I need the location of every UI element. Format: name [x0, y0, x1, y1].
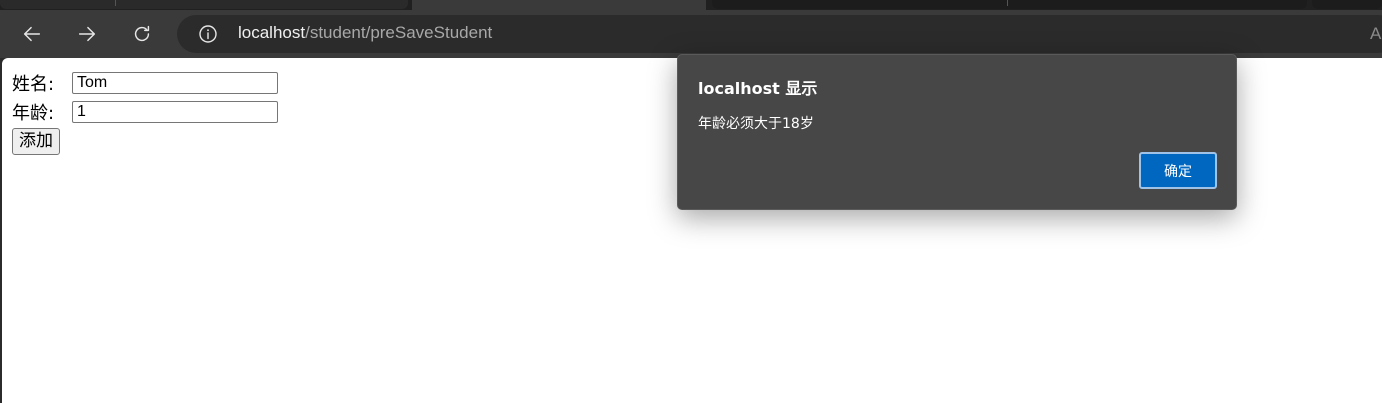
info-icon[interactable] [198, 24, 218, 44]
tab-separator [115, 0, 116, 6]
name-input[interactable] [72, 72, 278, 94]
dialog-title: localhost 显示 [698, 79, 818, 98]
name-label: 姓名: [12, 74, 55, 95]
address-bar[interactable]: localhost/student/preSaveStudent A [177, 15, 1382, 53]
tab-inactive-2[interactable] [712, 0, 1307, 9]
ok-button[interactable]: 确定 [1139, 152, 1217, 189]
age-label: 年龄: [12, 103, 55, 124]
tab-inactive-1[interactable] [0, 0, 408, 9]
alert-dialog: localhost 显示 年龄必须大于18岁 确定 [677, 54, 1237, 210]
age-row: 年龄: [12, 99, 278, 125]
tab-separator [1007, 0, 1008, 6]
tab-active[interactable] [412, 0, 706, 10]
arrow-left-icon [23, 26, 41, 42]
tab-strip [0, 0, 1382, 10]
reload-button[interactable] [126, 18, 158, 50]
url-path: /student/preSaveStudent [305, 23, 493, 42]
name-row: 姓名: [12, 70, 278, 96]
url-text[interactable]: localhost/student/preSaveStudent [238, 23, 492, 43]
tab-inactive-3[interactable] [1312, 0, 1382, 9]
browser-toolbar: localhost/student/preSaveStudent A [0, 10, 1382, 58]
url-host: localhost [238, 23, 306, 42]
browser-window: localhost/student/preSaveStudent A 姓名: 年… [0, 0, 1382, 403]
add-button[interactable]: 添加 [12, 128, 60, 155]
arrow-right-icon [78, 26, 96, 42]
reload-icon [134, 25, 150, 42]
forward-button[interactable] [71, 18, 103, 50]
reader-mode-button[interactable]: A [1370, 24, 1381, 44]
age-input[interactable] [72, 101, 278, 123]
dialog-message: 年龄必须大于18岁 [698, 116, 814, 132]
back-button[interactable] [16, 18, 48, 50]
